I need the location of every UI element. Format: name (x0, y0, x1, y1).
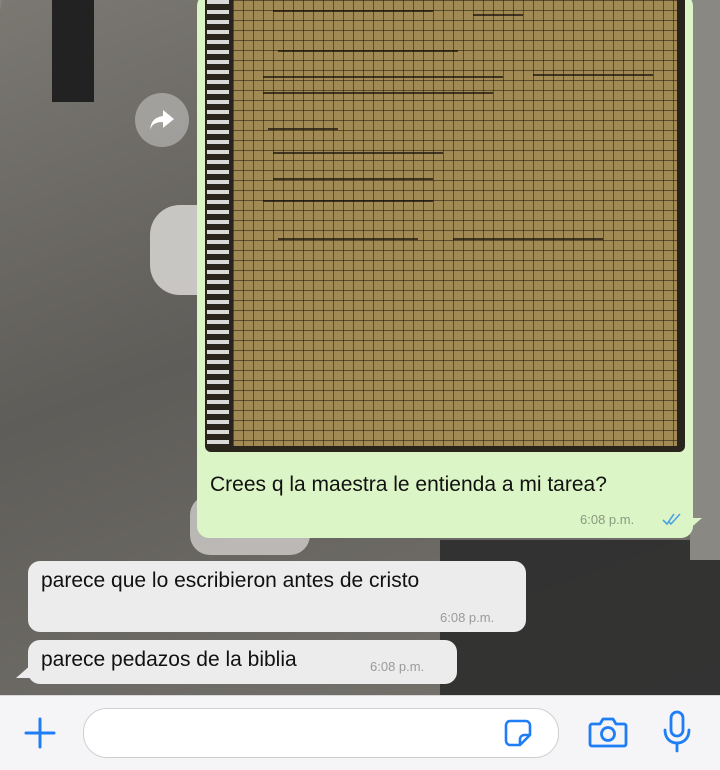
wallpaper-edge (690, 0, 720, 560)
incoming-message-text: parece pedazos de la biblia (41, 648, 297, 671)
notebook-spiral (207, 0, 229, 446)
message-input[interactable] (83, 708, 559, 758)
outgoing-message-text: Crees q la maestra le entienda a mi tare… (210, 473, 607, 496)
wallpaper-chair-leg (52, 0, 94, 102)
incoming-message-time: 6:08 p.m. (440, 610, 495, 625)
forward-arrow-icon (150, 110, 174, 130)
read-receipt-icon (662, 513, 681, 526)
camera-icon[interactable] (588, 715, 628, 749)
microphone-icon[interactable] (662, 710, 692, 754)
outgoing-bubble-tail (686, 518, 702, 532)
homework-photo[interactable] (205, 0, 685, 452)
sticker-icon[interactable] (504, 719, 532, 747)
incoming-message-time: 6:08 p.m. (370, 659, 425, 674)
incoming-message-text: parece que lo escribieron antes de crist… (41, 569, 420, 592)
incoming-bubble-tail (16, 664, 32, 678)
grid-paper (233, 0, 677, 446)
outgoing-message-time: 6:08 p.m. (580, 512, 635, 527)
plus-icon[interactable] (22, 715, 58, 751)
forward-button[interactable] (135, 93, 189, 147)
